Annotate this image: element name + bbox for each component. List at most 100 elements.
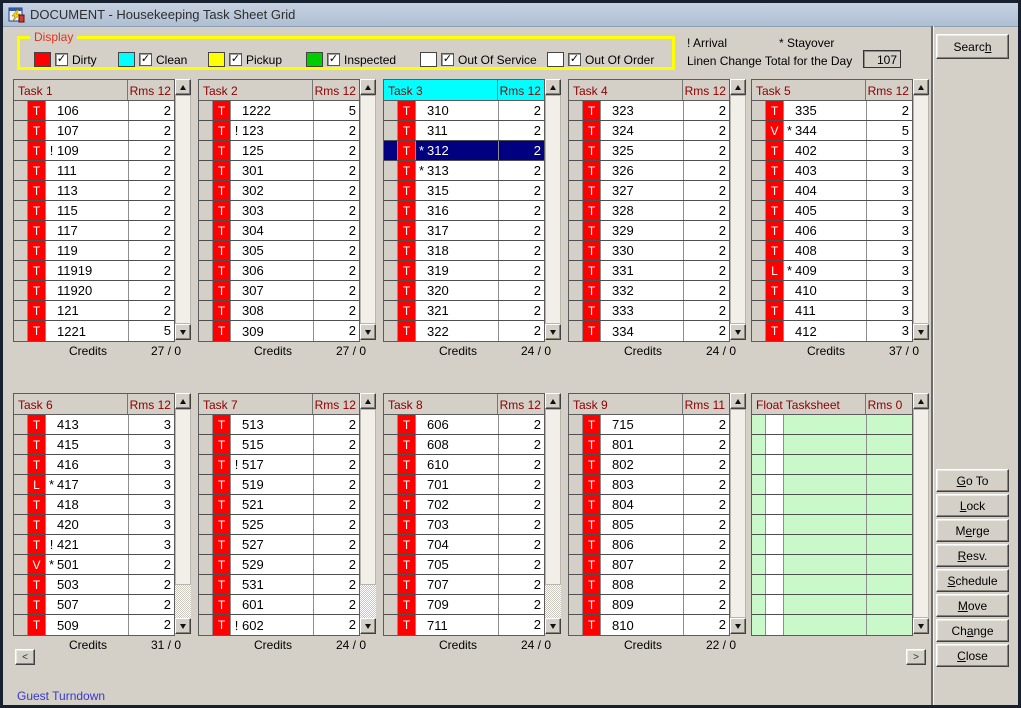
task-row[interactable]: T7092 <box>384 595 544 615</box>
close-button[interactable]: Close <box>936 644 1009 667</box>
scrollbar-track[interactable] <box>730 409 746 618</box>
merge-button[interactable]: Merge <box>936 519 1009 542</box>
task-row[interactable]: T8052 <box>569 515 729 535</box>
task-row[interactable]: V*3445 <box>752 121 912 141</box>
task-row[interactable]: T3212 <box>384 301 544 321</box>
task-row[interactable]: T6082 <box>384 435 544 455</box>
scrollbar-thumb[interactable] <box>175 409 191 585</box>
task-row[interactable]: T3052 <box>199 241 359 261</box>
task-row[interactable]: T7152 <box>569 415 729 435</box>
task-row[interactable]: T!5172 <box>199 455 359 475</box>
task-row[interactable]: T7012 <box>384 475 544 495</box>
task-row[interactable]: T4203 <box>14 515 174 535</box>
scroll-down-button[interactable] <box>360 618 376 634</box>
task-row[interactable]: T8022 <box>569 455 729 475</box>
task-row[interactable] <box>752 415 912 435</box>
task-row[interactable]: T!1232 <box>199 121 359 141</box>
goto-button[interactable]: Go To <box>936 469 1009 492</box>
scroll-down-button[interactable] <box>360 324 376 340</box>
task-row[interactable]: T3062 <box>199 261 359 281</box>
task-row[interactable]: T3012 <box>199 161 359 181</box>
scrollbar-track[interactable] <box>545 95 561 324</box>
task-row[interactable]: T4103 <box>752 281 912 301</box>
task-row[interactable]: T3232 <box>569 101 729 121</box>
task-row[interactable]: T5132 <box>199 415 359 435</box>
out-of-order-checkbox[interactable]: ✓ <box>568 53 581 66</box>
task-row[interactable]: T3292 <box>569 221 729 241</box>
scrollbar-thumb[interactable] <box>913 409 929 618</box>
task-row[interactable]: T3282 <box>569 201 729 221</box>
task-row[interactable]: T12225 <box>199 101 359 121</box>
task-row[interactable]: T3192 <box>384 261 544 281</box>
move-button[interactable]: Move <box>936 594 1009 617</box>
task-row[interactable]: T3162 <box>384 201 544 221</box>
schedule-button[interactable]: Schedule <box>936 569 1009 592</box>
task-row[interactable]: T3032 <box>199 201 359 221</box>
scrollbar-thumb[interactable] <box>175 95 191 324</box>
task-row[interactable]: T8062 <box>569 535 729 555</box>
task-row[interactable]: T*3132 <box>384 161 544 181</box>
task-row[interactable]: T4153 <box>14 435 174 455</box>
task-row[interactable]: T8012 <box>569 435 729 455</box>
task-row[interactable]: T5152 <box>199 435 359 455</box>
scroll-up-button[interactable] <box>913 79 929 95</box>
task-row[interactable]: T!4213 <box>14 535 174 555</box>
scrollbar-track[interactable] <box>913 409 929 618</box>
task-row[interactable]: T4043 <box>752 181 912 201</box>
task-row[interactable]: T7112 <box>384 615 544 635</box>
scroll-up-button[interactable] <box>730 79 746 95</box>
scrollbar-thumb[interactable] <box>545 409 561 585</box>
task-row[interactable] <box>752 615 912 635</box>
task-row[interactable]: T8042 <box>569 495 729 515</box>
task-row[interactable]: L*4093 <box>752 261 912 281</box>
task-row[interactable]: T3042 <box>199 221 359 241</box>
task-row[interactable]: T3092 <box>199 321 359 341</box>
task-row[interactable]: T5192 <box>199 475 359 495</box>
task-row[interactable]: T3222 <box>384 321 544 341</box>
task-row[interactable]: T3342 <box>569 321 729 341</box>
scroll-down-button[interactable] <box>545 618 561 634</box>
scroll-up-button[interactable] <box>175 79 191 95</box>
scroll-down-button[interactable] <box>175 618 191 634</box>
task-row[interactable]: T3252 <box>569 141 729 161</box>
scroll-down-button[interactable] <box>730 618 746 634</box>
task-row[interactable]: T4133 <box>14 415 174 435</box>
task-row[interactable]: T119202 <box>14 281 174 301</box>
task-row[interactable]: T8032 <box>569 475 729 495</box>
task-row[interactable]: T8082 <box>569 575 729 595</box>
scrollbar-thumb[interactable] <box>913 95 929 324</box>
task-row[interactable]: T5212 <box>199 495 359 515</box>
scrollbar-track[interactable] <box>360 409 376 618</box>
task-row[interactable]: T3202 <box>384 281 544 301</box>
task-row[interactable]: T1152 <box>14 201 174 221</box>
task-row[interactable]: T3302 <box>569 241 729 261</box>
task-row[interactable]: T1072 <box>14 121 174 141</box>
resv-button[interactable]: Resv. <box>936 544 1009 567</box>
task-row[interactable]: T5072 <box>14 595 174 615</box>
task-row[interactable]: T1112 <box>14 161 174 181</box>
scrollbar-track[interactable] <box>175 95 191 324</box>
task-row[interactable]: V*5012 <box>14 555 174 575</box>
nav-left-button[interactable]: < <box>15 649 35 665</box>
task-row[interactable]: T3262 <box>569 161 729 181</box>
task-row[interactable]: T8102 <box>569 615 729 635</box>
task-row[interactable] <box>752 455 912 475</box>
task-row[interactable]: T8072 <box>569 555 729 575</box>
task-row[interactable]: T3152 <box>384 181 544 201</box>
scrollbar-track[interactable] <box>175 409 191 618</box>
task-row[interactable]: T5032 <box>14 575 174 595</box>
pickup-checkbox[interactable]: ✓ <box>229 53 242 66</box>
scroll-up-button[interactable] <box>730 393 746 409</box>
task-row[interactable]: T3102 <box>384 101 544 121</box>
task-row[interactable]: T7052 <box>384 555 544 575</box>
task-row[interactable]: T3272 <box>569 181 729 201</box>
change-button[interactable]: Change <box>936 619 1009 642</box>
task-row[interactable]: T7022 <box>384 495 544 515</box>
scrollbar-track[interactable] <box>545 409 561 618</box>
scroll-down-button[interactable] <box>730 324 746 340</box>
search-button[interactable]: Search <box>936 34 1009 59</box>
task-row[interactable]: T6102 <box>384 455 544 475</box>
task-row[interactable]: T5272 <box>199 535 359 555</box>
task-row[interactable]: T3182 <box>384 241 544 261</box>
task-row[interactable]: T1132 <box>14 181 174 201</box>
